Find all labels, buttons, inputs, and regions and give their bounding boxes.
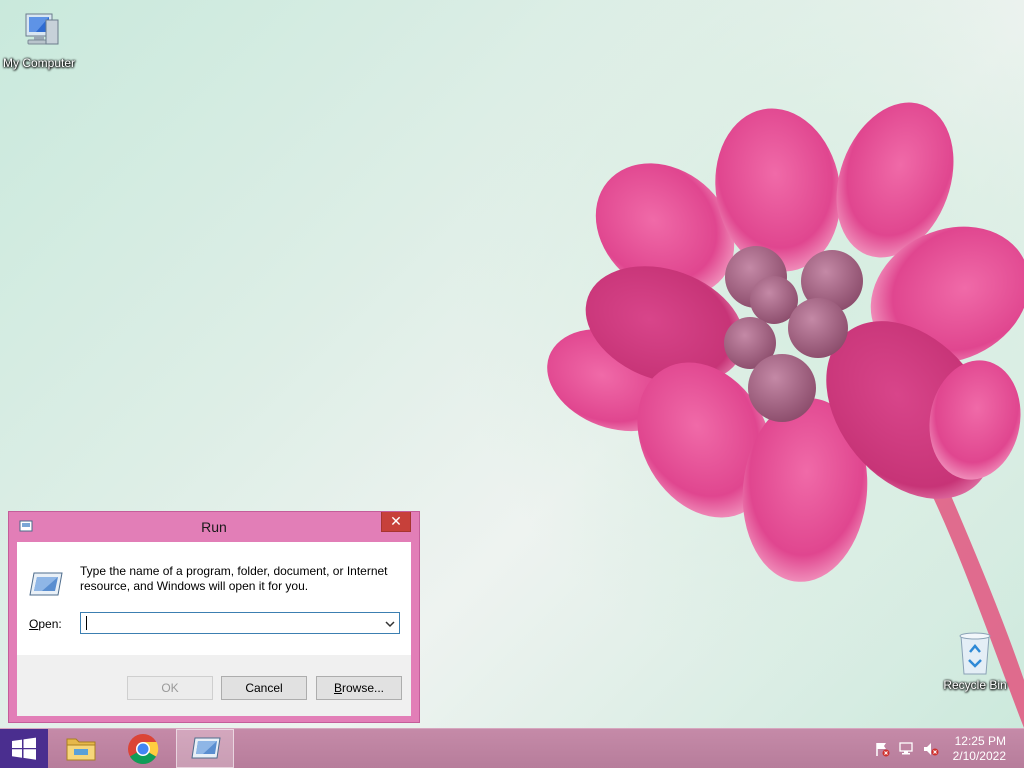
clock-time: 12:25 PM [954,734,1006,748]
open-label-accelerator: O [29,617,39,631]
windows-logo-icon [0,729,48,768]
run-dialog-titlebar[interactable]: Run ✕ [9,512,419,541]
folder-icon [66,738,96,761]
open-input[interactable] [83,614,377,632]
run-dialog: Run ✕ Type the name of a program, folder… [8,511,420,723]
browse-button[interactable]: Browse... [316,676,402,700]
open-label-text: pen: [38,617,62,631]
chevron-down-icon[interactable] [383,617,397,631]
run-dialog-description: Type the name of a program, folder, docu… [80,564,388,593]
run-dialog-content [17,542,411,655]
taskbar-item-run[interactable] [176,729,234,768]
system-clock[interactable]: 12:25 PM 2/10/2022 [936,734,1006,764]
desktop-icon-my-computer[interactable]: My Computer [0,10,84,70]
desktop-icon-label: Recycle Bin [943,678,1007,692]
taskbar-item-chrome[interactable] [114,729,172,768]
start-button[interactable] [0,729,48,768]
recycle-bin-icon [959,632,991,675]
run-icon [191,737,221,759]
text-caret [86,616,87,630]
open-combobox[interactable] [80,612,400,634]
taskbar-item-file-explorer[interactable] [52,729,110,768]
close-button[interactable]: ✕ [381,512,411,532]
network-icon[interactable] [898,741,916,757]
computer-icon [25,13,59,45]
desktop-icon-label: My Computer [2,56,76,70]
browse-label-text: rowse... [342,681,385,695]
run-dialog-title: Run [201,519,227,535]
open-label: Open: [29,617,62,631]
cancel-button[interactable]: Cancel [221,676,307,700]
desktop-icon-recycle-bin[interactable]: Recycle Bin [930,630,1020,692]
run-dialog-body: Type the name of a program, folder, docu… [17,542,411,716]
ok-button[interactable]: OK [127,676,213,700]
taskbar: 12:25 PM 2/10/2022 [0,728,1024,768]
clock-date: 2/10/2022 [952,749,1006,763]
chrome-icon [128,734,159,765]
action-center-flag-icon[interactable] [874,741,890,757]
run-program-icon [29,572,63,596]
browse-accelerator: B [333,681,342,695]
